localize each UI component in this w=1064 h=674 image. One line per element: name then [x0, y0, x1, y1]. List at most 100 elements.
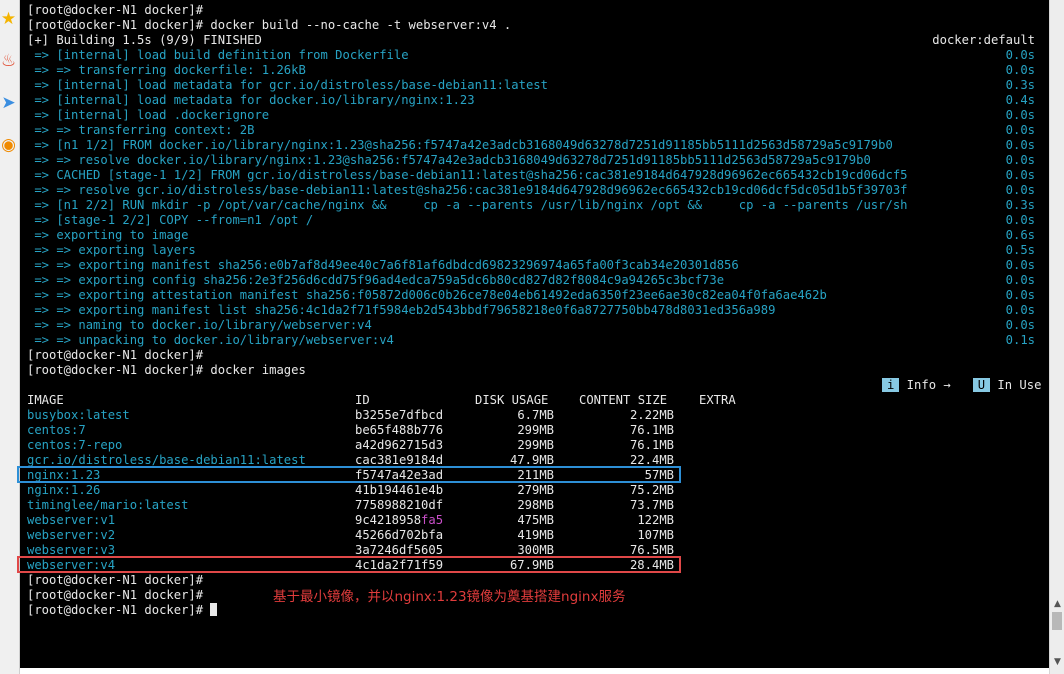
- content-size: 76.1MB: [629, 438, 674, 452]
- build-line-duration: 0.0s: [1005, 108, 1035, 122]
- build-line: [+] Building 1.5s (9/9) FINISHED: [27, 33, 262, 47]
- build-line: => => exporting manifest list sha256:4c1…: [27, 303, 776, 317]
- build-line: [root@docker-N1 docker]# docker build --…: [27, 18, 512, 32]
- shell-prompt: [root@docker-N1 docker]#: [27, 588, 204, 602]
- build-line: [root@docker-N1 docker]#: [27, 3, 204, 17]
- build-line-duration: 0.0s: [1005, 303, 1035, 317]
- header-image: IMAGE: [27, 393, 64, 407]
- image-id: 7758988210df: [355, 498, 444, 512]
- build-line: => CACHED [stage-1 1/2] FROM gcr.io/dist…: [27, 168, 908, 182]
- build-line-duration: 0.0s: [1005, 318, 1035, 332]
- shell-prompt: [root@docker-N1 docker]#: [27, 573, 204, 587]
- build-line-duration: 0.0s: [1005, 168, 1035, 182]
- build-line-duration: 0.1s: [1005, 333, 1035, 347]
- build-line: => => exporting manifest sha256:e0b7af8d…: [27, 258, 739, 272]
- info-label: Info →: [899, 378, 951, 392]
- image-name: centos:7: [27, 423, 86, 437]
- build-line-duration: 0.0s: [1005, 273, 1035, 287]
- build-line: => [internal] load metadata for docker.i…: [27, 93, 475, 107]
- build-line-duration: 0.0s: [1005, 138, 1035, 152]
- info-badge: i: [882, 378, 900, 392]
- image-name: timinglee/mario:latest: [27, 498, 189, 512]
- content-size: 107MB: [637, 528, 674, 542]
- content-size: 75.2MB: [629, 483, 674, 497]
- vertical-scrollbar[interactable]: ▲ ▼: [1049, 0, 1064, 674]
- scroll-thumb[interactable]: [1052, 612, 1062, 630]
- build-line-duration: docker:default: [932, 33, 1035, 47]
- lifebuoy-icon[interactable]: ◉: [0, 134, 17, 156]
- build-line: => [n1 2/2] RUN mkdir -p /opt/var/cache/…: [27, 198, 908, 212]
- image-id: b3255e7dfbcd: [355, 408, 444, 422]
- images-hint: i Info → U In Use: [882, 378, 1041, 393]
- header-id: ID: [355, 393, 370, 407]
- send-icon[interactable]: ➤: [0, 92, 17, 114]
- image-name: webserver:v1: [27, 513, 116, 527]
- app-icon[interactable]: ♨: [0, 50, 17, 72]
- image-id: be65f488b776: [355, 423, 444, 437]
- nginx-highlight-box: [17, 466, 681, 483]
- build-line-duration: 0.0s: [1005, 183, 1035, 197]
- content-size: 76.1MB: [629, 423, 674, 437]
- build-line: [root@docker-N1 docker]# docker images: [27, 363, 306, 377]
- disk-usage: 6.7MB: [517, 408, 554, 422]
- scroll-down-arrow-icon[interactable]: ▼: [1051, 656, 1064, 668]
- build-line: => => exporting layers: [27, 243, 196, 257]
- disk-usage: 299MB: [517, 423, 554, 437]
- image-id: 45266d702bfa: [355, 528, 444, 542]
- build-line: => [internal] load .dockerignore: [27, 108, 270, 122]
- terminal-cursor: [210, 603, 218, 616]
- image-name: webserver:v2: [27, 528, 116, 542]
- disk-usage: 299MB: [517, 438, 554, 452]
- header-content-size: CONTENT SIZE: [579, 393, 668, 407]
- shell-prompt[interactable]: [root@docker-N1 docker]#: [27, 603, 218, 618]
- build-line: => => transferring dockerfile: 1.26kB: [27, 63, 306, 77]
- build-line-duration: 0.0s: [1005, 48, 1035, 62]
- content-size: 122MB: [637, 513, 674, 527]
- build-line: => [internal] load build definition from…: [27, 48, 409, 62]
- header-extra: EXTRA: [699, 393, 736, 407]
- star-icon[interactable]: ★: [0, 8, 17, 30]
- build-line: => => unpacking to docker.io/library/web…: [27, 333, 394, 347]
- build-line: => => resolve docker.io/library/nginx:1.…: [27, 153, 871, 167]
- build-line: => exporting to image: [27, 228, 189, 242]
- in-use-label: In Use: [990, 378, 1042, 392]
- image-id: a42d962715d3: [355, 438, 444, 452]
- image-name: busybox:latest: [27, 408, 130, 422]
- build-line-duration: 0.6s: [1005, 228, 1035, 242]
- build-line: => [stage-1 2/2] COPY --from=n1 /opt /: [27, 213, 314, 227]
- build-line: => => resolve gcr.io/distroless/base-deb…: [27, 183, 908, 197]
- disk-usage: 298MB: [517, 498, 554, 512]
- image-id: 9c4218958fa5: [355, 513, 444, 527]
- build-line: => [n1 1/2] FROM docker.io/library/nginx…: [27, 138, 893, 152]
- disk-usage: 475MB: [517, 513, 554, 527]
- build-line-duration: 0.0s: [1005, 288, 1035, 302]
- build-line-duration: 0.0s: [1005, 258, 1035, 272]
- image-id-highlight: fa5: [421, 513, 444, 527]
- image-name: centos:7-repo: [27, 438, 123, 452]
- annotation-text: 基于最小镜像，并以nginx:1.23镜像为奠基搭建nginx服务: [273, 589, 626, 605]
- webserver-v4-highlight-box: [17, 556, 681, 573]
- build-line-duration: 0.3s: [1005, 198, 1035, 212]
- disk-usage: 279MB: [517, 483, 554, 497]
- build-line: => => naming to docker.io/library/webser…: [27, 318, 372, 332]
- build-line: => => transferring context: 2B: [27, 123, 255, 137]
- build-line-duration: 0.0s: [1005, 63, 1035, 77]
- image-id: 41b194461e4b: [355, 483, 444, 497]
- build-line: => [internal] load metadata for gcr.io/d…: [27, 78, 548, 92]
- header-disk-usage: DISK USAGE: [475, 393, 549, 407]
- disk-usage: 419MB: [517, 528, 554, 542]
- scroll-up-arrow-icon[interactable]: ▲: [1051, 598, 1064, 610]
- build-line-duration: 0.0s: [1005, 123, 1035, 137]
- build-line: => => exporting attestation manifest sha…: [27, 288, 827, 302]
- build-line-duration: 0.4s: [1005, 93, 1035, 107]
- in-use-badge: U: [972, 378, 991, 392]
- image-name: nginx:1.26: [27, 483, 101, 497]
- content-size: 73.7MB: [629, 498, 674, 512]
- content-size: 2.22MB: [629, 408, 674, 422]
- build-line-duration: 0.0s: [1005, 153, 1035, 167]
- build-line: [root@docker-N1 docker]#: [27, 348, 204, 362]
- build-line-duration: 0.5s: [1005, 243, 1035, 257]
- build-line-duration: 0.3s: [1005, 78, 1035, 92]
- build-line-duration: 0.0s: [1005, 213, 1035, 227]
- build-line: => => exporting config sha256:2e3f256d6c…: [27, 273, 725, 287]
